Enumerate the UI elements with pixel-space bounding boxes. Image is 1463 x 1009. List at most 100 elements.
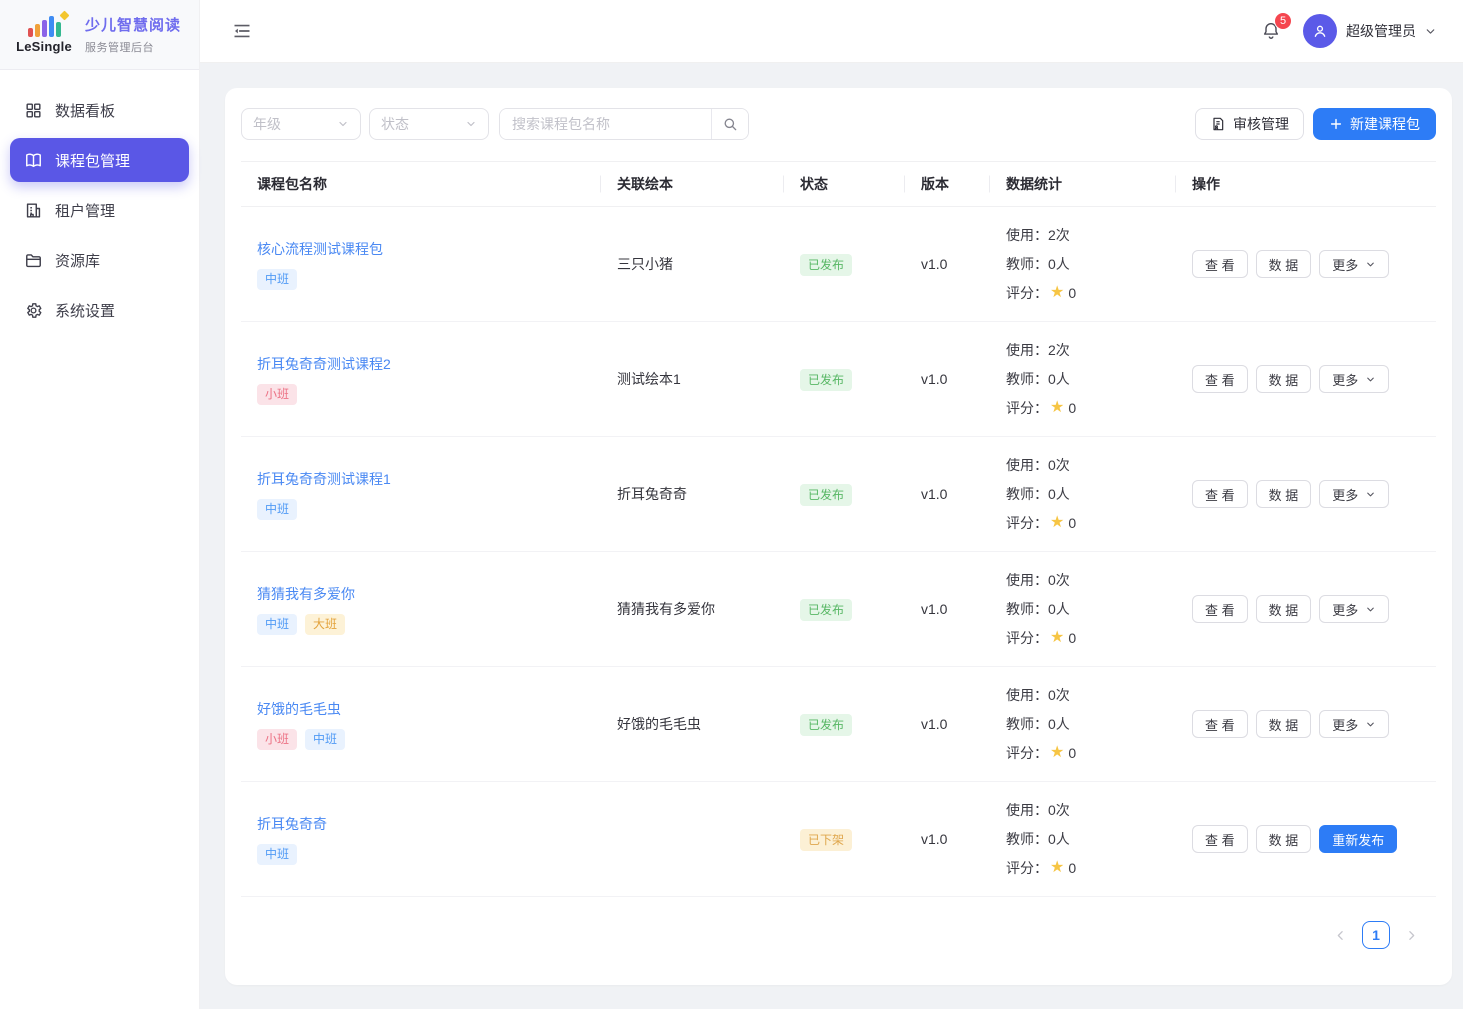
user-icon	[1311, 22, 1329, 40]
star-icon: ★	[1050, 630, 1064, 646]
sidebar-item-label: 数据看板	[55, 100, 115, 121]
chevron-down-icon	[1365, 489, 1376, 500]
course-package-link[interactable]: 猜猜我有多爱你	[257, 584, 355, 604]
sidebar-menu: 数据看板 课程包管理 租户管理 资源库	[0, 70, 199, 332]
chevron-down-icon	[1365, 719, 1376, 730]
more-button[interactable]: 更多	[1319, 250, 1389, 278]
more-button[interactable]: 更多	[1319, 365, 1389, 393]
data-button[interactable]: 数 据	[1256, 710, 1312, 738]
status-select[interactable]: 状态	[369, 108, 489, 140]
star-icon: ★	[1050, 400, 1064, 416]
usage-stat: 使用：0次	[1006, 570, 1160, 590]
sidebar-collapse-button[interactable]	[232, 21, 252, 41]
stats: 使用：0次 教师：0人 评分： ★ 0	[990, 685, 1176, 763]
pagination-next-button[interactable]	[1405, 929, 1418, 942]
related-book: 三只小猪	[601, 254, 784, 274]
view-button[interactable]: 查 看	[1192, 480, 1248, 508]
rating-stat: 评分： ★ 0	[1006, 398, 1160, 418]
audit-management-button[interactable]: 审核管理	[1195, 108, 1304, 140]
sidebar-item-tenants[interactable]: 租户管理	[10, 188, 189, 232]
search-input[interactable]	[500, 109, 711, 139]
data-button[interactable]: 数 据	[1256, 480, 1312, 508]
column-header: 状态	[784, 174, 905, 194]
data-button[interactable]: 数 据	[1256, 825, 1312, 853]
grade-tag: 大班	[305, 614, 345, 635]
version: v1.0	[905, 371, 990, 387]
related-book: 猜猜我有多爱你	[601, 599, 784, 619]
sidebar-item-settings[interactable]: 系统设置	[10, 288, 189, 332]
related-book: 好饿的毛毛虫	[601, 714, 784, 734]
grade-tags: 小班中班	[257, 729, 585, 750]
rating-value: 0	[1068, 860, 1076, 876]
version: v1.0	[905, 256, 990, 272]
status-badge: 已下架	[800, 829, 852, 851]
related-book: 测试绘本1	[601, 369, 784, 389]
usage-stat: 使用：2次	[1006, 340, 1160, 360]
view-button[interactable]: 查 看	[1192, 595, 1248, 623]
course-package-link[interactable]: 折耳兔奇奇测试课程2	[257, 354, 391, 374]
teacher-stat: 教师：0人	[1006, 254, 1160, 274]
stats: 使用：2次 教师：0人 评分： ★ 0	[990, 225, 1176, 303]
audit-button-label: 审核管理	[1233, 114, 1289, 134]
user-name[interactable]: 超级管理员	[1346, 21, 1416, 41]
data-button[interactable]: 数 据	[1256, 595, 1312, 623]
sidebar-item-label: 租户管理	[55, 200, 115, 221]
view-button[interactable]: 查 看	[1192, 825, 1248, 853]
related-book: 折耳兔奇奇	[601, 484, 784, 504]
course-package-link[interactable]: 核心流程测试课程包	[257, 239, 383, 259]
sidebar: LeSingle 少儿智慧阅读 服务管理后台 数据看板 课程包管理	[0, 0, 200, 1009]
pagination: 1	[241, 897, 1436, 949]
sidebar-item-label: 课程包管理	[55, 150, 130, 171]
pagination-prev-button[interactable]	[1334, 929, 1347, 942]
table-row: 折耳兔奇奇测试课程1 中班 折耳兔奇奇 已发布 v1.0 使用：0次 教师：0人…	[241, 437, 1436, 552]
grade-select[interactable]: 年级	[241, 108, 361, 140]
top-header: 5 超级管理员	[200, 0, 1463, 63]
user-menu-chevron-down-icon[interactable]	[1424, 25, 1437, 38]
grade-tag: 中班	[257, 269, 297, 290]
course-package-link[interactable]: 折耳兔奇奇测试课程1	[257, 469, 391, 489]
view-button[interactable]: 查 看	[1192, 250, 1248, 278]
sidebar-item-dashboard[interactable]: 数据看板	[10, 88, 189, 132]
create-button-label: 新建课程包	[1350, 114, 1420, 134]
course-package-link[interactable]: 好饿的毛毛虫	[257, 699, 341, 719]
column-header: 数据统计	[990, 174, 1176, 194]
row-actions: 查 看 数 据 更多	[1176, 365, 1436, 393]
teacher-stat: 教师：0人	[1006, 714, 1160, 734]
open-book-icon	[24, 151, 43, 170]
create-course-package-button[interactable]: 新建课程包	[1313, 108, 1436, 140]
more-button[interactable]: 更多	[1319, 595, 1389, 623]
notifications-button[interactable]: 5	[1261, 21, 1281, 41]
table-row: 猜猜我有多爱你 中班大班 猜猜我有多爱你 已发布 v1.0 使用：0次 教师：0…	[241, 552, 1436, 667]
more-button[interactable]: 更多	[1319, 710, 1389, 738]
usage-stat: 使用：2次	[1006, 225, 1160, 245]
version: v1.0	[905, 601, 990, 617]
data-button[interactable]: 数 据	[1256, 250, 1312, 278]
republish-button[interactable]: 重新发布	[1319, 825, 1397, 853]
chevron-left-icon	[1334, 929, 1347, 942]
sidebar-item-resources[interactable]: 资源库	[10, 238, 189, 282]
search-icon	[722, 116, 738, 132]
teacher-stat: 教师：0人	[1006, 829, 1160, 849]
table-row: 核心流程测试课程包 中班 三只小猪 已发布 v1.0 使用：2次 教师：0人 评…	[241, 207, 1436, 322]
grade-tags: 中班大班	[257, 614, 585, 635]
status-badge: 已发布	[800, 599, 852, 621]
pagination-page-1[interactable]: 1	[1362, 921, 1390, 949]
rating-stat: 评分： ★ 0	[1006, 628, 1160, 648]
avatar[interactable]	[1303, 14, 1337, 48]
rating-label: 评分：	[1006, 513, 1048, 533]
rating-value: 0	[1068, 400, 1076, 416]
view-button[interactable]: 查 看	[1192, 365, 1248, 393]
more-button-label: 更多	[1332, 600, 1358, 619]
search-button[interactable]	[711, 109, 748, 139]
course-package-link[interactable]: 折耳兔奇奇	[257, 814, 327, 834]
sidebar-item-course-packages[interactable]: 课程包管理	[10, 138, 189, 182]
rating-stat: 评分： ★ 0	[1006, 858, 1160, 878]
rating-value: 0	[1068, 285, 1076, 301]
view-button[interactable]: 查 看	[1192, 710, 1248, 738]
rating-label: 评分：	[1006, 283, 1048, 303]
data-button[interactable]: 数 据	[1256, 365, 1312, 393]
teacher-stat: 教师：0人	[1006, 484, 1160, 504]
search-box	[499, 108, 749, 140]
more-button[interactable]: 更多	[1319, 480, 1389, 508]
plus-icon	[1329, 117, 1343, 131]
